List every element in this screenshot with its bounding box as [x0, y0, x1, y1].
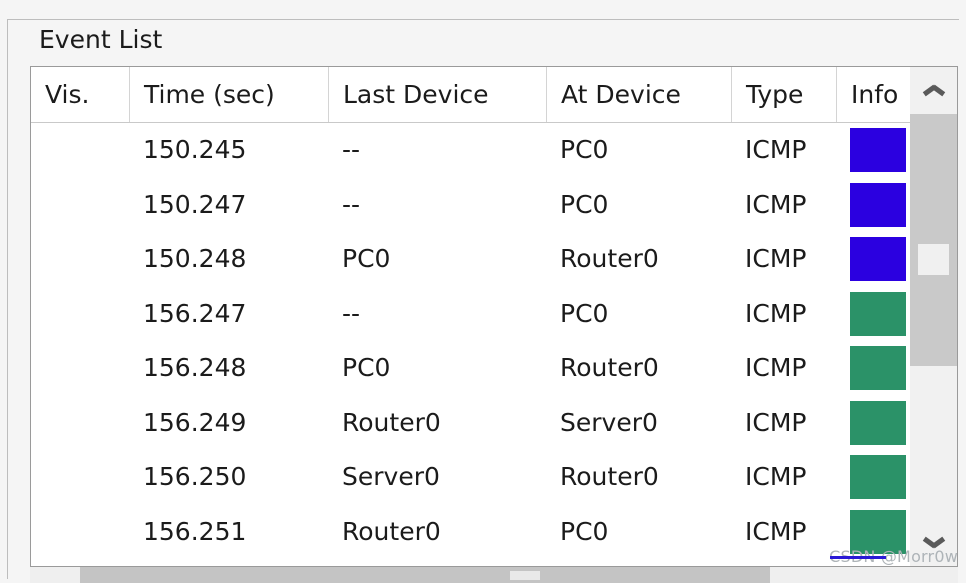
cell-time: 156.250 — [143, 462, 247, 491]
horizontal-scrollbar-thumb[interactable] — [510, 571, 540, 580]
cell-vis — [31, 287, 129, 342]
table-row[interactable]: 150.245 -- PC0 ICMP — [31, 123, 958, 178]
cell-time: 150.248 — [143, 244, 247, 273]
column-header-vis[interactable]: Vis. — [31, 67, 129, 122]
cell-at: PC0 — [560, 189, 609, 219]
column-header-at[interactable]: At Device — [546, 67, 731, 122]
info-color-swatch[interactable] — [850, 455, 906, 499]
info-color-swatch[interactable] — [850, 182, 906, 227]
cell-time: 150.245 — [143, 135, 247, 164]
cell-last: PC0 — [342, 353, 391, 382]
cell-type: ICMP — [745, 135, 807, 164]
cell-time: 156.249 — [143, 407, 247, 437]
horizontal-scrollbar[interactable] — [30, 567, 958, 583]
cell-type: ICMP — [745, 516, 807, 546]
cell-type: ICMP — [745, 244, 807, 273]
cell-last: PC0 — [342, 244, 391, 273]
vertical-scrollbar-track[interactable] — [910, 114, 957, 366]
cell-type: ICMP — [745, 407, 807, 437]
table-row[interactable]: 156.247 -- PC0 ICMP — [31, 287, 958, 342]
cell-type: ICMP — [745, 298, 807, 328]
cell-at: Router0 — [560, 462, 659, 491]
table-row[interactable]: 156.249 Router0 Server0 ICMP — [31, 396, 958, 451]
vertical-scrollbar-thumb[interactable] — [918, 244, 949, 275]
cell-vis — [31, 178, 129, 233]
info-color-swatch[interactable] — [850, 346, 906, 390]
cell-at: PC0 — [560, 298, 609, 328]
cell-last: -- — [342, 135, 361, 164]
info-color-swatch[interactable] — [850, 128, 906, 172]
info-color-swatch[interactable] — [850, 509, 906, 554]
info-color-swatch[interactable] — [850, 400, 906, 445]
cell-at: Router0 — [560, 244, 659, 273]
cell-time: 150.247 — [143, 189, 247, 219]
cell-vis — [31, 396, 129, 451]
column-header-type[interactable]: Type — [731, 67, 836, 122]
cell-last: Router0 — [342, 407, 441, 437]
chevron-up-icon — [923, 85, 945, 97]
cell-type: ICMP — [745, 189, 807, 219]
event-list-table: Vis. Time (sec) Last Device At Device Type In… — [30, 66, 958, 567]
cell-at: Router0 — [560, 353, 659, 382]
table-row[interactable]: 150.248 PC0 Router0 ICMP — [31, 232, 958, 287]
table-row[interactable]: 156.250 Server0 Router0 ICMP — [31, 450, 958, 505]
cell-at: PC0 — [560, 516, 609, 546]
event-list-title: Event List — [32, 26, 170, 54]
info-color-swatch[interactable] — [850, 237, 906, 281]
table-row[interactable]: 150.247 -- PC0 ICMP — [31, 178, 958, 233]
cell-at: Server0 — [560, 407, 658, 437]
vertical-scrollbar[interactable] — [910, 66, 958, 567]
cell-vis — [31, 505, 129, 560]
scroll-up-button[interactable] — [910, 67, 957, 114]
table-row[interactable]: 156.251 Router0 PC0 ICMP — [31, 505, 958, 560]
cell-vis — [31, 232, 129, 287]
cell-time: 156.248 — [143, 353, 247, 382]
scroll-down-button[interactable] — [910, 519, 957, 566]
column-header-time[interactable]: Time (sec) — [129, 67, 328, 122]
chevron-down-icon — [923, 537, 945, 549]
cell-last: -- — [342, 189, 361, 219]
table-header-row: Vis. Time (sec) Last Device At Device Type In… — [31, 67, 958, 123]
cell-last: Server0 — [342, 462, 440, 491]
cell-type: ICMP — [745, 353, 807, 382]
cell-last: Router0 — [342, 516, 441, 546]
cell-time: 156.247 — [143, 298, 247, 328]
cell-at: PC0 — [560, 135, 609, 164]
cell-vis — [31, 341, 129, 396]
cell-vis — [31, 123, 129, 178]
cell-vis — [31, 450, 129, 505]
horizontal-scrollbar-track[interactable] — [80, 567, 770, 583]
table-body: 150.245 -- PC0 ICMP 150.247 -- PC0 ICMP 150.248 P… — [31, 123, 958, 566]
column-header-last[interactable]: Last Device — [328, 67, 546, 122]
cell-last: -- — [342, 298, 361, 328]
table-row[interactable]: 156.248 PC0 Router0 ICMP — [31, 341, 958, 396]
info-color-swatch[interactable] — [850, 291, 906, 336]
cell-time: 156.251 — [143, 516, 247, 546]
cell-type: ICMP — [745, 462, 807, 491]
